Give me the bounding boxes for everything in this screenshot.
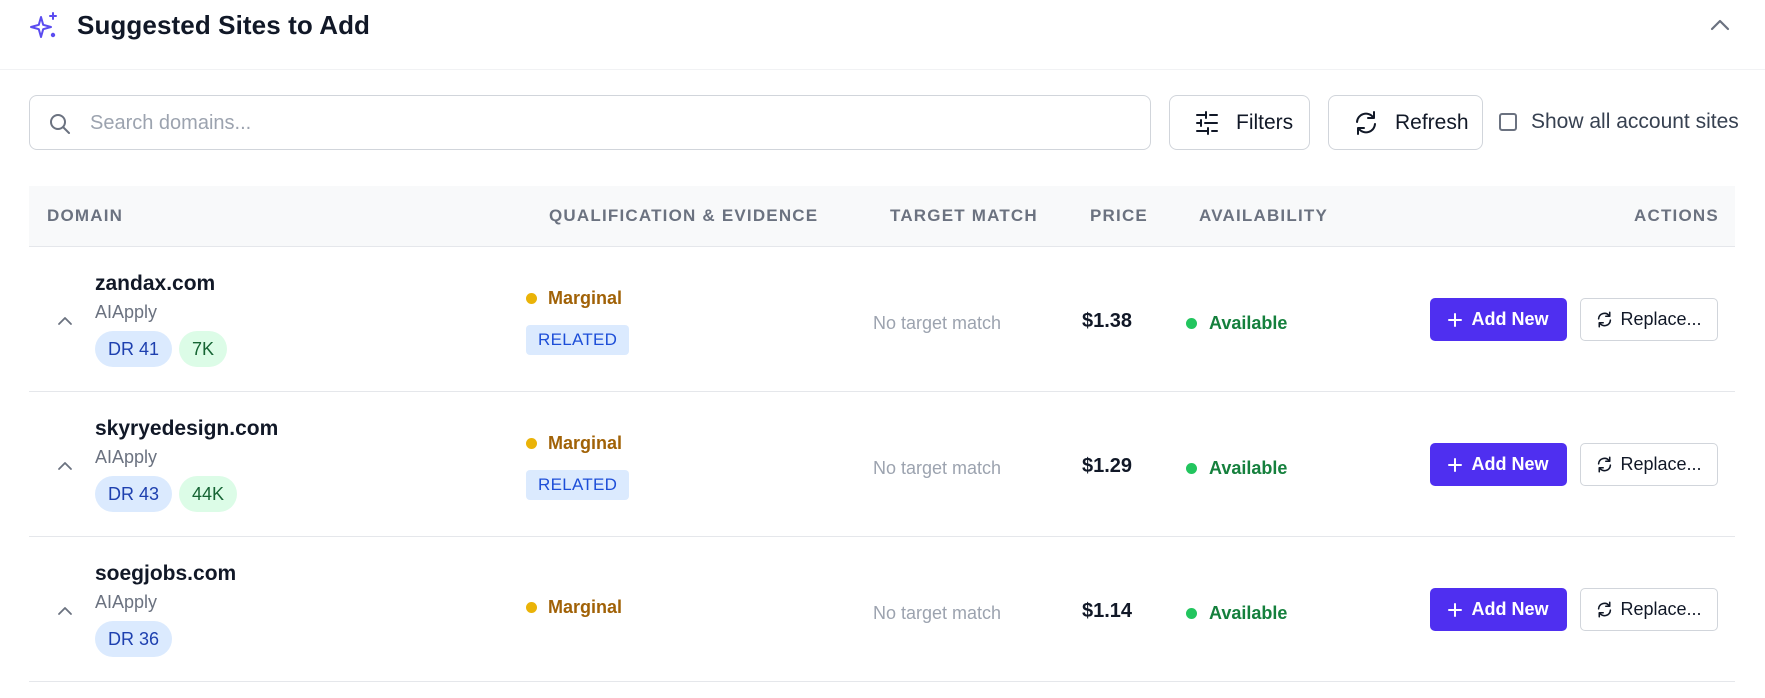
sliders-icon bbox=[1196, 110, 1218, 135]
domain-name[interactable]: zandax.com bbox=[95, 272, 215, 296]
sparkle-icon bbox=[30, 12, 57, 38]
chevron-up-icon[interactable] bbox=[56, 605, 74, 617]
domain-name[interactable]: skyryedesign.com bbox=[95, 417, 278, 441]
availability-status: Available bbox=[1186, 603, 1287, 624]
traffic-badge: 44K bbox=[179, 476, 238, 512]
dr-badge: DR 41 bbox=[95, 331, 173, 367]
show-all-checkbox[interactable] bbox=[1499, 113, 1517, 131]
chevron-up-icon[interactable] bbox=[1705, 12, 1735, 38]
column-header-target-match: TARGET MATCH bbox=[890, 206, 1038, 225]
availability-label: Available bbox=[1209, 313, 1288, 333]
add-new-button[interactable]: Add New bbox=[1430, 298, 1567, 341]
column-header-actions: ACTIONS bbox=[1634, 206, 1719, 225]
availability-label: Available bbox=[1209, 458, 1288, 478]
status-dot-icon bbox=[526, 602, 537, 613]
table-row: zandax.com AIApply DR 41 7K Marginal REL… bbox=[29, 247, 1735, 392]
availability-status: Available bbox=[1186, 313, 1287, 334]
add-new-button[interactable]: Add New bbox=[1430, 588, 1567, 631]
qualification-label: Marginal bbox=[548, 597, 623, 617]
plus-icon bbox=[1448, 602, 1463, 617]
show-all-toggle[interactable]: Show all account sites bbox=[1499, 110, 1739, 134]
target-match: No target match bbox=[873, 458, 1002, 478]
table-row: skyryedesign.com AIApply DR 43 44K Margi… bbox=[29, 392, 1735, 537]
price: $1.14 bbox=[1082, 600, 1133, 622]
qualification-label: Marginal bbox=[548, 433, 623, 453]
add-new-label: Add New bbox=[1471, 309, 1549, 329]
column-header-qualification: QUALIFICATION & EVIDENCE bbox=[549, 206, 819, 225]
replace-button[interactable]: Replace... bbox=[1580, 298, 1718, 341]
dr-badge: DR 36 bbox=[95, 621, 173, 657]
qualification-status: Marginal bbox=[526, 597, 622, 618]
status-dot-icon bbox=[526, 293, 537, 304]
add-new-label: Add New bbox=[1471, 599, 1549, 619]
refresh-icon bbox=[1598, 456, 1612, 473]
column-header-availability: AVAILABILITY bbox=[1199, 206, 1328, 225]
dr-badge: DR 43 bbox=[95, 476, 173, 512]
qualification-status: Marginal bbox=[526, 433, 622, 454]
refresh-icon bbox=[1598, 601, 1612, 618]
metric-badges: DR 43 44K bbox=[95, 476, 238, 512]
status-dot-icon bbox=[1186, 318, 1197, 329]
plus-icon bbox=[1448, 312, 1463, 327]
account-name: AIApply bbox=[95, 302, 158, 322]
account-name: AIApply bbox=[95, 447, 158, 467]
replace-label: Replace... bbox=[1620, 454, 1702, 474]
suggested-sites-table: DOMAIN QUALIFICATION & EVIDENCE TARGET M… bbox=[29, 186, 1735, 682]
section-header: Suggested Sites to Add bbox=[0, 0, 1765, 70]
add-new-label: Add New bbox=[1471, 454, 1549, 474]
show-all-label: Show all account sites bbox=[1531, 110, 1739, 133]
traffic-badge: 7K bbox=[179, 331, 228, 367]
target-match: No target match bbox=[873, 313, 1002, 333]
refresh-label: Refresh bbox=[1395, 110, 1469, 134]
price: $1.38 bbox=[1082, 310, 1133, 332]
column-header-domain: DOMAIN bbox=[47, 206, 124, 225]
chevron-up-icon[interactable] bbox=[56, 315, 74, 327]
search-icon bbox=[50, 114, 70, 134]
qualification-label: Marginal bbox=[548, 288, 623, 308]
availability-label: Available bbox=[1209, 603, 1288, 623]
status-dot-icon bbox=[1186, 608, 1197, 619]
search-input[interactable] bbox=[90, 104, 1130, 142]
table-row: soegjobs.com AIApply DR 36 Marginal No t… bbox=[29, 537, 1735, 682]
column-header-price: PRICE bbox=[1090, 206, 1148, 225]
status-dot-icon bbox=[526, 438, 537, 449]
search-box bbox=[29, 95, 1151, 150]
chevron-up-icon[interactable] bbox=[56, 460, 74, 472]
add-new-button[interactable]: Add New bbox=[1430, 443, 1567, 486]
evidence-tag: RELATED bbox=[526, 470, 630, 500]
replace-label: Replace... bbox=[1620, 309, 1702, 329]
table-header: DOMAIN QUALIFICATION & EVIDENCE TARGET M… bbox=[29, 186, 1735, 247]
status-dot-icon bbox=[1186, 463, 1197, 474]
metric-badges: DR 41 7K bbox=[95, 331, 228, 367]
plus-icon bbox=[1448, 457, 1463, 472]
refresh-button[interactable]: Refresh bbox=[1328, 95, 1483, 150]
target-match: No target match bbox=[873, 603, 1002, 623]
replace-button[interactable]: Replace... bbox=[1580, 443, 1718, 486]
refresh-icon bbox=[1598, 311, 1612, 328]
replace-label: Replace... bbox=[1620, 599, 1702, 619]
replace-button[interactable]: Replace... bbox=[1580, 588, 1718, 631]
refresh-icon bbox=[1356, 110, 1376, 135]
page-title: Suggested Sites to Add bbox=[77, 10, 371, 40]
account-name: AIApply bbox=[95, 592, 158, 612]
qualification-status: Marginal bbox=[526, 288, 622, 309]
filters-label: Filters bbox=[1236, 110, 1294, 134]
domain-name[interactable]: soegjobs.com bbox=[95, 562, 236, 586]
evidence-tag: RELATED bbox=[526, 325, 630, 355]
metric-badges: DR 36 bbox=[95, 621, 173, 657]
availability-status: Available bbox=[1186, 458, 1287, 479]
filters-button[interactable]: Filters bbox=[1169, 95, 1310, 150]
price: $1.29 bbox=[1082, 455, 1133, 477]
